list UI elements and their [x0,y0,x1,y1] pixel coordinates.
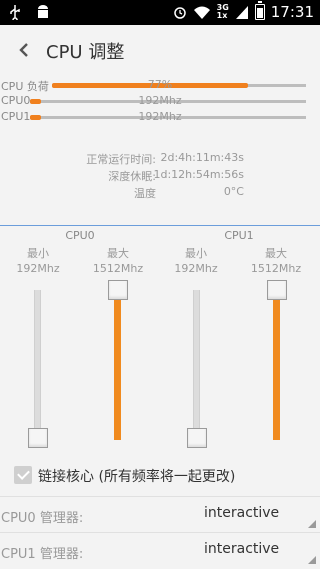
wifi-icon [193,6,210,19]
section-divider [0,225,320,226]
load-row-total: CPU 负荷 77% [0,77,320,93]
info-key: 正常运行时间: [86,153,156,166]
info-value: 1d:12h:54m:56s [153,168,244,181]
cpu0-governor-row[interactable]: CPU0 管理器: interactive [0,501,320,531]
dropdown-corner-icon [308,520,316,528]
cpu0-min-label: 最小 [27,247,49,260]
slider-thumb[interactable] [108,280,128,300]
load-value: 192Mhz [138,94,182,107]
page-title: CPU 调整 [46,42,125,63]
info-uptime: 正常运行时间: 2d:4h:11m:43s [0,151,320,167]
cpu1-governor-label: CPU1 管理器: [1,547,84,562]
cpu1-min-label: 最小 [185,247,207,260]
battery-icon [254,1,265,20]
cpu0-governor-select[interactable]: interactive [204,505,279,521]
cpu1-label: CPU1 [224,229,254,242]
slider-thumb[interactable] [267,280,287,300]
info-temperature: 温度 0°C [0,185,320,201]
status-time: 17:31 [270,3,314,21]
back-arrow-icon[interactable] [12,37,38,63]
cpu0-governor-label: CPU0 管理器: [1,511,84,526]
network-type: 3G 1x [216,3,229,20]
link-cores-checkbox[interactable] [14,466,32,484]
dropdown-corner-icon [308,556,316,564]
info-value: 2d:4h:11m:43s [160,151,244,164]
info-deep-sleep: 深度休眠: 1d:12h:54m:56s [0,168,320,184]
slider-thumb[interactable] [28,428,48,448]
cpu1-governor-select[interactable]: interactive [204,541,279,557]
link-cores-label: 链接核心 (所有频率将一起更改) [38,469,236,485]
slider-thumb[interactable] [187,428,207,448]
row-divider [0,496,320,497]
info-key: 深度休眠: [108,170,156,183]
load-value: 192Mhz [138,110,182,123]
cpu1-min-value: 192Mhz [174,262,218,275]
status-left-icons [8,4,50,20]
link-cores-row[interactable]: 链接核心 (所有频率将一起更改) [0,458,320,492]
status-right-icons: 3G 1x 17:31 [173,1,314,21]
slider-fill [114,290,121,440]
cpu1-max-label: 最大 [265,247,287,260]
cpu0-max-value: 1512Mhz [92,262,144,275]
row-divider [0,532,320,533]
load-row-cpu1: CPU1 192Mhz [0,109,320,125]
info-key: 温度 [134,187,156,200]
load-row-cpu0: CPU0 192Mhz [0,93,320,109]
alarm-icon [173,7,186,19]
info-value: 0°C [223,185,244,198]
cpu0-max-label: 最大 [107,247,129,260]
usb-icon [10,5,20,20]
cpu0-min-value: 192Mhz [16,262,60,275]
status-bar: 3G 1x 17:31 [0,0,320,25]
slider-track[interactable] [193,290,200,440]
signal-icon [235,6,248,19]
android-debug-icon [38,5,48,18]
cpu1-max-value: 1512Mhz [250,262,302,275]
cpu0-label: CPU0 [65,229,95,242]
load-value: 77% [147,78,173,91]
slider-track[interactable] [34,290,41,440]
title-bar: CPU 调整 [0,25,320,75]
slider-fill [273,290,280,440]
cpu1-governor-row[interactable]: CPU1 管理器: interactive [0,537,320,567]
